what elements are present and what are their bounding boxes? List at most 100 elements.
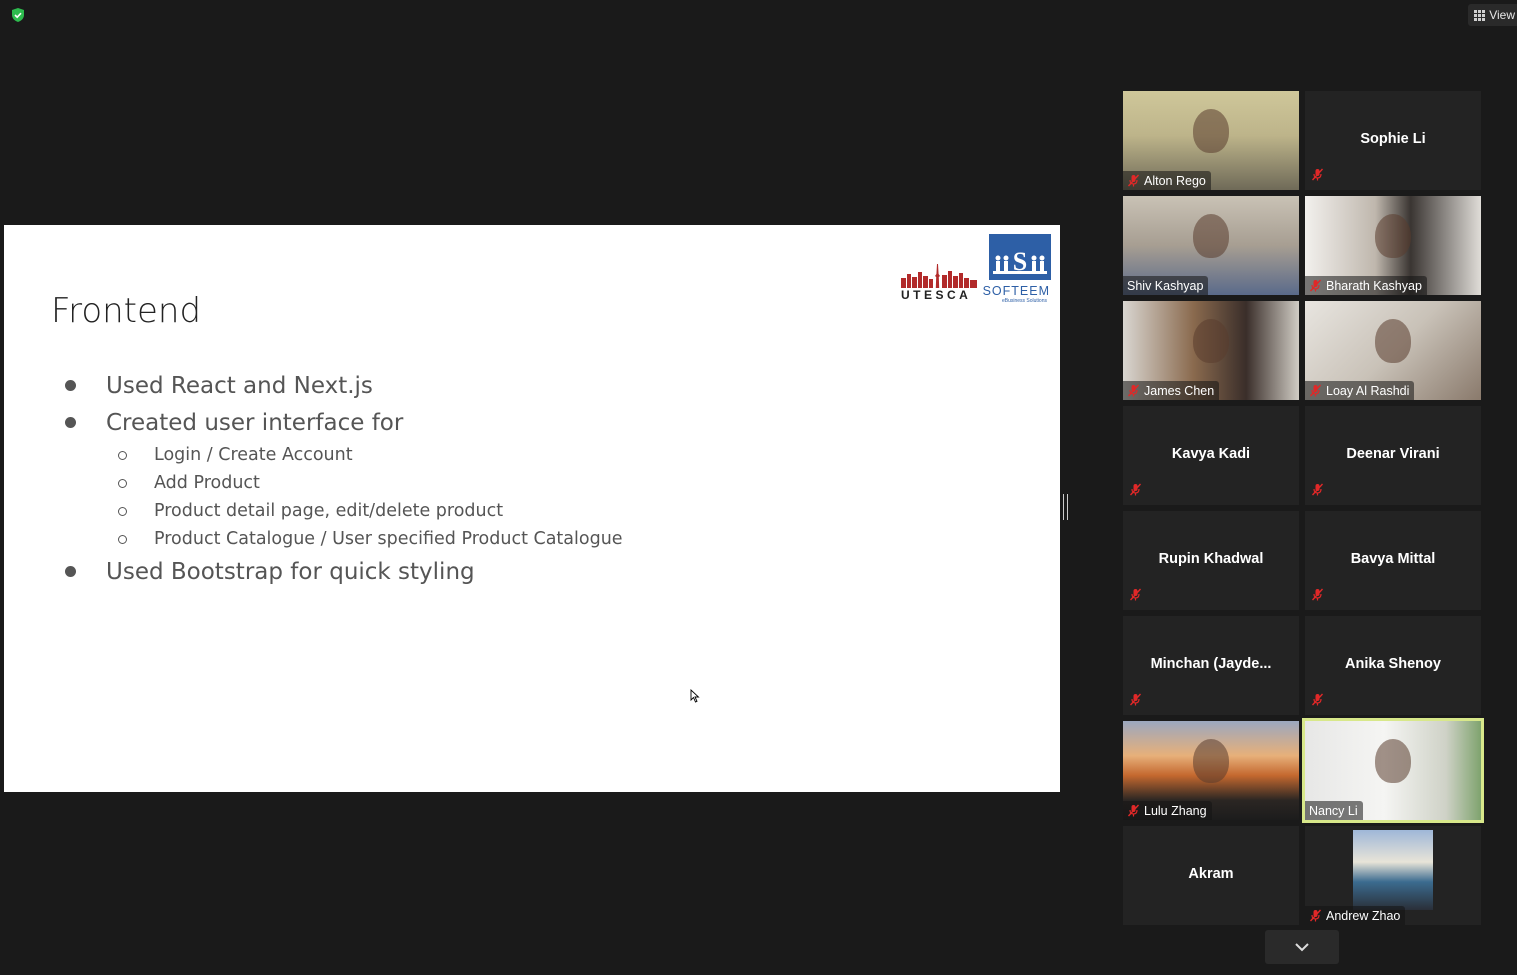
sub-bullet-item: Product detail page, edit/delete product xyxy=(60,497,623,525)
mute-indicator xyxy=(1311,588,1328,606)
participant-name-label: Loay Al Rashdi xyxy=(1305,381,1415,400)
view-label: View xyxy=(1489,8,1515,22)
bullet-text: Used Bootstrap for quick styling xyxy=(106,558,475,585)
participant-silhouette xyxy=(1193,319,1229,363)
participant-name: Loay Al Rashdi xyxy=(1326,383,1410,398)
participant-name: Andrew Zhao xyxy=(1326,908,1401,923)
muted-microphone-icon xyxy=(1309,384,1322,397)
utesca-wordmark: UTESCA xyxy=(901,288,972,302)
mute-indicator xyxy=(1311,483,1328,501)
participant-name-label: James Chen xyxy=(1123,381,1220,400)
participant-tile[interactable]: Rupin Khadwal xyxy=(1123,511,1299,610)
shared-screen-slide: UTESCA S SOFTEEM eBusiness Solutions Fro… xyxy=(4,225,1060,792)
participant-tile[interactable]: Lulu Zhang xyxy=(1123,721,1299,820)
muted-microphone-icon xyxy=(1129,483,1142,496)
participant-tile[interactable]: Loay Al Rashdi xyxy=(1305,301,1481,400)
participant-name: Minchan (Jayde... xyxy=(1150,656,1272,672)
muted-microphone-icon xyxy=(1309,279,1322,292)
muted-microphone-icon xyxy=(1311,168,1324,181)
participant-tile[interactable]: James Chen xyxy=(1123,301,1299,400)
mute-indicator xyxy=(1129,483,1146,501)
participant-tile[interactable]: Bavya Mittal xyxy=(1305,511,1481,610)
participant-tile[interactable]: Minchan (Jayde... xyxy=(1123,616,1299,715)
bullet-dot-icon xyxy=(65,566,76,577)
muted-microphone-icon xyxy=(1129,588,1142,601)
muted-microphone-icon xyxy=(1129,693,1142,706)
mute-indicator xyxy=(1311,168,1328,186)
participant-tile[interactable]: Shiv Kashyap xyxy=(1123,196,1299,295)
participant-name-label: Shiv Kashyap xyxy=(1123,276,1209,295)
bullet-ring-icon xyxy=(118,534,127,544)
bullet-item: Created user interface for xyxy=(60,404,623,441)
bullet-text: Created user interface for xyxy=(106,409,404,436)
sub-bullet-item: Add Product xyxy=(60,469,623,497)
participant-silhouette xyxy=(1193,214,1229,258)
muted-microphone-icon xyxy=(1311,588,1324,601)
participant-tile[interactable]: Akram xyxy=(1123,826,1299,925)
bullet-text: Product Catalogue / User specified Produ… xyxy=(154,529,623,549)
participant-tile[interactable]: Nancy Li xyxy=(1302,718,1484,823)
muted-microphone-icon xyxy=(1127,174,1140,187)
participant-silhouette xyxy=(1193,739,1229,783)
participant-tile[interactable]: Bharath Kashyap xyxy=(1305,196,1481,295)
profile-picture xyxy=(1353,830,1433,910)
participant-tile[interactable]: Anika Shenoy xyxy=(1305,616,1481,715)
gallery-grid-icon xyxy=(1474,9,1486,21)
participant-tile[interactable]: Deenar Virani xyxy=(1305,406,1481,505)
panel-resize-handle[interactable] xyxy=(1063,494,1068,520)
mute-indicator xyxy=(1129,693,1146,711)
participant-name: Rupin Khadwal xyxy=(1158,551,1264,567)
participant-name: Lulu Zhang xyxy=(1144,803,1207,818)
muted-microphone-icon xyxy=(1127,384,1140,397)
bullet-text: Login / Create Account xyxy=(154,445,353,465)
participant-name: Shiv Kashyap xyxy=(1127,278,1204,293)
muted-microphone-icon xyxy=(1311,483,1324,496)
chevron-down-icon xyxy=(1295,943,1309,952)
mouse-cursor-icon xyxy=(690,689,700,703)
participant-tile[interactable]: Kavya Kadi xyxy=(1123,406,1299,505)
mute-indicator xyxy=(1311,693,1328,711)
bullet-item: Used React and Next.js xyxy=(60,367,623,404)
security-shield-icon[interactable] xyxy=(10,7,26,23)
muted-microphone-icon xyxy=(1311,693,1324,706)
participant-tile[interactable]: Alton Rego xyxy=(1123,91,1299,190)
participant-tile[interactable]: Sophie Li xyxy=(1305,91,1481,190)
sub-bullet-item: Product Catalogue / User specified Produ… xyxy=(60,525,623,553)
participant-name-label: Andrew Zhao xyxy=(1305,906,1406,925)
muted-microphone-icon xyxy=(1309,909,1322,922)
participant-silhouette xyxy=(1193,109,1229,153)
bullet-ring-icon xyxy=(118,478,127,488)
bullet-text: Add Product xyxy=(154,473,260,493)
participant-name: Sophie Li xyxy=(1360,131,1426,147)
slide-title: Frontend xyxy=(51,291,202,331)
mute-indicator xyxy=(1129,588,1146,606)
softeem-logo-mark: S xyxy=(989,234,1051,280)
svg-text:S: S xyxy=(1013,247,1027,276)
bullet-item: Used Bootstrap for quick styling xyxy=(60,553,623,590)
participant-silhouette xyxy=(1375,214,1411,258)
participant-name-label: Lulu Zhang xyxy=(1123,801,1212,820)
toronto-skyline-logo xyxy=(901,264,977,288)
view-button[interactable]: View xyxy=(1468,4,1517,26)
participant-name: Bharath Kashyap xyxy=(1326,278,1422,293)
participant-silhouette xyxy=(1375,739,1411,783)
participant-name: Anika Shenoy xyxy=(1345,656,1441,672)
bullet-dot-icon xyxy=(65,417,76,428)
participant-name: Alton Rego xyxy=(1144,173,1206,188)
bullet-ring-icon xyxy=(118,450,127,460)
bullet-text: Used React and Next.js xyxy=(106,372,373,399)
sub-bullet-item: Login / Create Account xyxy=(60,441,623,469)
gallery-next-page-button[interactable] xyxy=(1265,930,1339,964)
participant-tile[interactable]: Andrew Zhao xyxy=(1305,826,1481,925)
participant-name: Kavya Kadi xyxy=(1171,446,1251,462)
participant-name: Bavya Mittal xyxy=(1350,551,1436,567)
participant-name-label: Bharath Kashyap xyxy=(1305,276,1427,295)
participant-silhouette xyxy=(1375,319,1411,363)
bullet-ring-icon xyxy=(118,506,127,516)
participant-name-label: Alton Rego xyxy=(1123,171,1211,190)
softeem-wordmark: SOFTEEM xyxy=(982,284,1050,298)
softeem-tagline: eBusiness Solutions xyxy=(1001,298,1047,304)
participant-name: Akram xyxy=(1188,866,1234,882)
participant-name: Nancy Li xyxy=(1309,803,1358,818)
bullet-dot-icon xyxy=(65,380,76,391)
